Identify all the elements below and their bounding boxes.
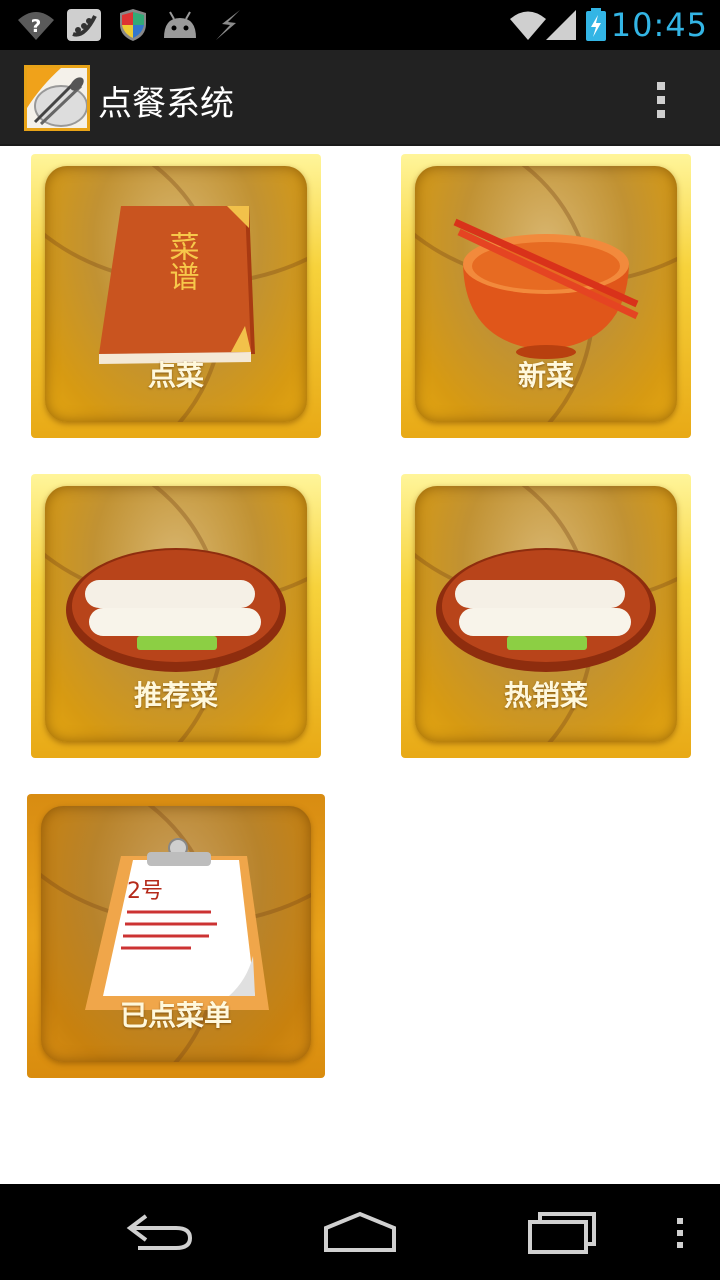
- tile-label: 已点菜单: [119, 999, 232, 1032]
- android-icon: [164, 11, 196, 38]
- hot-selling-dishes-button[interactable]: 热销菜: [401, 474, 691, 758]
- status-bar: ? 10:45: [0, 0, 720, 50]
- back-icon[interactable]: [124, 1206, 196, 1258]
- tile-label: 热销菜: [503, 679, 588, 712]
- tile-background: 推荐菜: [45, 486, 307, 742]
- home-icon[interactable]: [322, 1206, 398, 1258]
- navigation-bar: [0, 1184, 720, 1280]
- overflow-menu-icon[interactable]: [640, 78, 680, 122]
- tile-label: 点菜: [147, 359, 204, 392]
- tile-background: 热销菜: [415, 486, 677, 742]
- tile-background: 2号 已点菜单: [41, 806, 311, 1062]
- main-grid: 菜谱 点菜 新菜 推荐菜 热销菜 2号 已点菜单: [0, 146, 720, 1184]
- menu-icon[interactable]: [670, 1206, 690, 1258]
- wifi-icon: [510, 11, 546, 40]
- order-dishes-button[interactable]: 菜谱 点菜: [31, 154, 321, 438]
- battery-charging-icon: [586, 8, 606, 41]
- recommended-dishes-button[interactable]: 推荐菜: [31, 474, 321, 758]
- tile-label: 推荐菜: [133, 679, 218, 712]
- plate-utensils-icon[interactable]: [24, 65, 90, 131]
- clipboard-number: 2号: [127, 879, 163, 904]
- app-title: 点餐系统: [98, 84, 234, 124]
- tile-background: 新菜: [415, 166, 677, 422]
- peas-notification-icon: [67, 9, 101, 41]
- book-cover-text: 菜谱: [164, 231, 199, 291]
- ordered-list-button[interactable]: 2号 已点菜单: [27, 794, 325, 1078]
- clock: 10:45: [610, 6, 708, 44]
- tile-background: 菜谱 点菜: [45, 166, 307, 422]
- tile-label: 新菜: [517, 359, 574, 392]
- recent-apps-icon[interactable]: [526, 1206, 598, 1258]
- svg-text:?: ?: [31, 16, 41, 37]
- signal-icon: [546, 10, 576, 40]
- action-bar: 点餐系统: [0, 50, 720, 146]
- new-dishes-button[interactable]: 新菜: [401, 154, 691, 438]
- flash-icon: [216, 10, 240, 40]
- shield-icon: [120, 9, 146, 41]
- wifi-unknown-icon: ?: [18, 12, 54, 40]
